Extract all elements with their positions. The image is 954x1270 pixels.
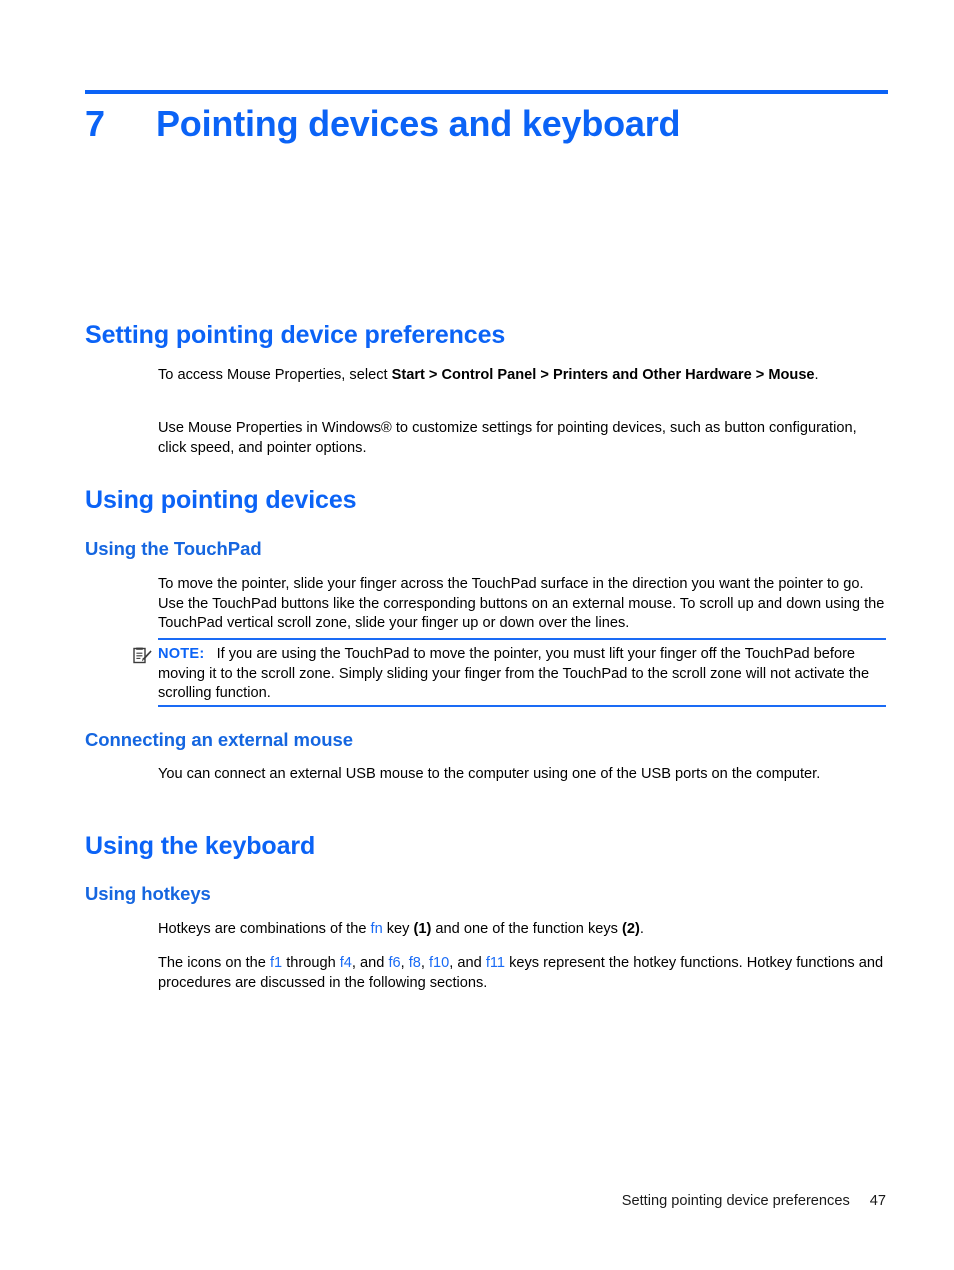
text-run: . <box>639 921 644 937</box>
link-f11-key[interactable]: f11 <box>486 955 505 971</box>
heading-using-the-keyboard: Using the keyboard <box>85 832 316 860</box>
heading-using-the-touchpad: Using the TouchPad <box>85 538 262 559</box>
callout-2: (2) <box>622 921 640 937</box>
chapter-number: 7 <box>85 103 105 144</box>
page-footer: Setting pointing device preferences 47 <box>0 1192 886 1211</box>
document-page: 7 Pointing devices and keyboard Setting p… <box>0 0 954 1270</box>
chapter-rule <box>85 90 888 94</box>
text-run: through <box>282 955 340 971</box>
note-body: NOTE: If you are using the TouchPad to m… <box>158 645 886 704</box>
note-top-rule <box>158 638 886 640</box>
footer-page-number: 47 <box>869 1193 886 1209</box>
text-run: Hotkeys are combinations of the <box>158 921 371 937</box>
text-run: , <box>420 955 429 971</box>
link-f1-key[interactable]: f1 <box>270 955 282 971</box>
footer-title: Setting pointing device preferences <box>621 1193 850 1209</box>
text-run: , <box>400 955 409 971</box>
text-run: and one of the function keys <box>431 921 623 937</box>
paragraph-use-mouse-properties: Use Mouse Properties in Windows® to cust… <box>158 420 857 456</box>
link-fn-key[interactable]: fn <box>371 921 383 937</box>
heading-using-hotkeys: Using hotkeys <box>85 883 211 904</box>
link-f8-key[interactable]: f8 <box>409 955 421 971</box>
text-run: To access Mouse Properties, select <box>158 367 392 383</box>
heading-using-pointing-devices: Using pointing devices <box>85 486 357 514</box>
text-run: key <box>382 921 414 937</box>
paragraph-hotkey-combinations: Hotkeys are combinations of the fn key (… <box>158 920 886 940</box>
callout-1: (1) <box>413 921 432 937</box>
paragraph-access-mouse-properties: To access Mouse Properties, select Start… <box>158 366 886 386</box>
paragraph-touchpad-usage: To move the pointer, slide your finger a… <box>158 576 885 632</box>
text-run-bold: Mouse <box>768 367 815 383</box>
heading-connecting-an-external-mouse: Connecting an external mouse <box>85 729 353 750</box>
note-block: NOTE: If you are using the TouchPad to m… <box>133 638 886 707</box>
link-f10-key[interactable]: f10 <box>429 955 449 971</box>
heading-setting-pointing-device-preferences: Setting pointing device preferences <box>85 321 506 349</box>
text-run-bold: Start > Control Panel > Printers and Oth… <box>391 367 765 383</box>
text-run: , and <box>449 955 486 971</box>
chapter-title-text: Pointing devices and keyboard <box>156 103 681 144</box>
link-f6-key[interactable]: f6 <box>388 955 400 971</box>
paragraph-hotkey-icons: The icons on the f1 through f4, and f6, … <box>158 954 886 993</box>
link-f4-key[interactable]: f4 <box>340 955 352 971</box>
text-run: . <box>814 367 819 383</box>
note-pencil-icon <box>133 647 152 664</box>
text-run: , and <box>351 955 389 971</box>
paragraph-connect-usb-mouse: You can connect an external USB mouse to… <box>158 766 821 782</box>
text-run: The icons on the <box>158 955 270 971</box>
note-text: If you are using the TouchPad to move th… <box>158 646 870 702</box>
chapter-title: 7 Pointing devices and keyboard <box>85 101 895 147</box>
note-bottom-rule <box>158 705 886 707</box>
note-label: NOTE: <box>158 646 205 662</box>
